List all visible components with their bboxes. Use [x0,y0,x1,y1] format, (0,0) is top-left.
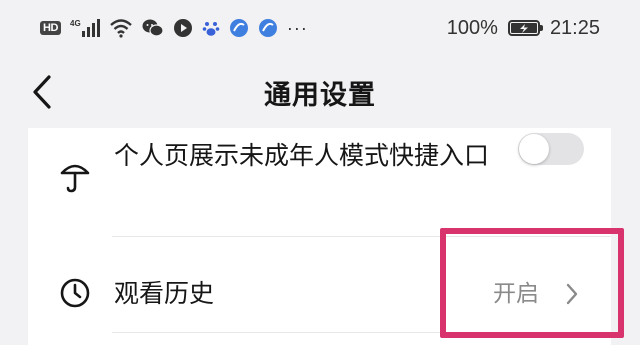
navigation-bar: 通用设置 [0,56,640,128]
umbrella-icon [58,159,92,193]
battery-percent: 100% [446,16,498,39]
message-bubble-icon [173,18,193,38]
network-type-label: 4G [70,19,81,28]
page-title: 通用设置 [264,79,376,111]
more-notifications-icon: ··· [286,17,308,38]
setting-row-minor-mode: 个人页展示未成年人模式快捷入口 [28,128,611,236]
chevron-left-icon [33,75,51,109]
battery-icon [507,20,543,36]
minor-mode-toggle[interactable] [518,133,584,165]
status-bar-right: 100% 21:25 [447,17,600,40]
app-notification-icon [229,18,249,38]
toggle-knob [519,134,549,164]
baidu-paw-icon [202,19,220,37]
hd-badge: HD [40,21,61,35]
clock-time: 21:25 [549,16,600,39]
cellular-signal-icon: 4G [70,18,100,38]
highlight-annotation-box [440,228,624,338]
status-bar-left: HD 4G ··· [40,18,308,39]
wifi-icon [109,18,133,38]
setting-label-watch-history: 观看历史 [114,279,215,308]
setting-label-minor-mode: 个人页展示未成年人模式快捷入口 [114,141,490,170]
back-button[interactable] [26,72,58,112]
status-bar: HD 4G ··· 100% 21:25 [0,0,640,56]
app-notification-icon [258,18,278,38]
wechat-icon [142,18,164,38]
clock-icon [58,276,92,310]
